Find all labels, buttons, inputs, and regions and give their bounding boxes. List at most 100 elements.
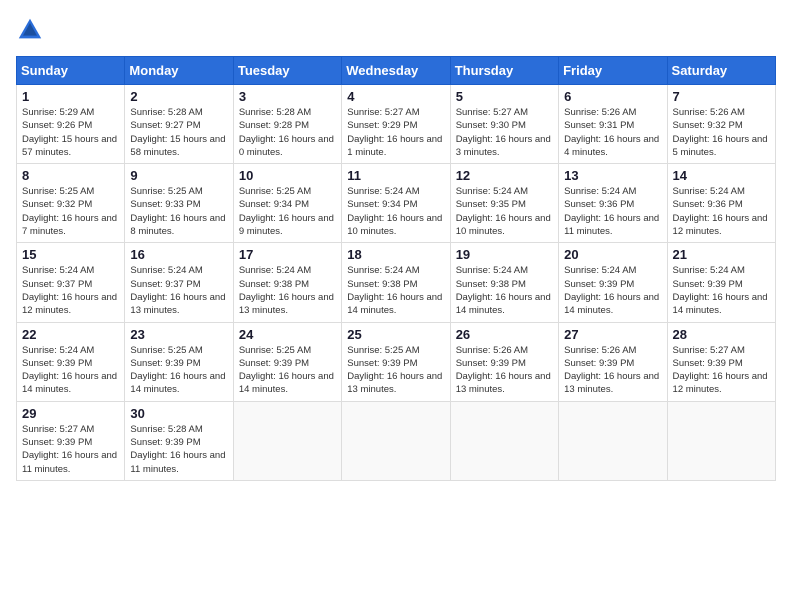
- cell-info: Sunrise: 5:24 AM Sunset: 9:38 PM Dayligh…: [239, 264, 336, 317]
- cell-info: Sunrise: 5:29 AM Sunset: 9:26 PM Dayligh…: [22, 106, 119, 159]
- day-number: 11: [347, 168, 444, 183]
- day-number: 18: [347, 247, 444, 262]
- day-of-week-header: Friday: [559, 57, 667, 85]
- calendar-cell: 30 Sunrise: 5:28 AM Sunset: 9:39 PM Dayl…: [125, 401, 233, 480]
- cell-info: Sunrise: 5:24 AM Sunset: 9:38 PM Dayligh…: [347, 264, 444, 317]
- cell-info: Sunrise: 5:24 AM Sunset: 9:37 PM Dayligh…: [130, 264, 227, 317]
- day-number: 30: [130, 406, 227, 421]
- day-number: 22: [22, 327, 119, 342]
- day-number: 28: [673, 327, 770, 342]
- cell-info: Sunrise: 5:24 AM Sunset: 9:36 PM Dayligh…: [564, 185, 661, 238]
- day-number: 21: [673, 247, 770, 262]
- cell-info: Sunrise: 5:28 AM Sunset: 9:27 PM Dayligh…: [130, 106, 227, 159]
- calendar-cell: 29 Sunrise: 5:27 AM Sunset: 9:39 PM Dayl…: [17, 401, 125, 480]
- calendar-cell: [559, 401, 667, 480]
- cell-info: Sunrise: 5:27 AM Sunset: 9:39 PM Dayligh…: [22, 423, 119, 476]
- calendar-cell: 22 Sunrise: 5:24 AM Sunset: 9:39 PM Dayl…: [17, 322, 125, 401]
- day-of-week-header: Monday: [125, 57, 233, 85]
- calendar-cell: 19 Sunrise: 5:24 AM Sunset: 9:38 PM Dayl…: [450, 243, 558, 322]
- cell-info: Sunrise: 5:26 AM Sunset: 9:31 PM Dayligh…: [564, 106, 661, 159]
- cell-info: Sunrise: 5:25 AM Sunset: 9:39 PM Dayligh…: [347, 344, 444, 397]
- calendar-cell: 11 Sunrise: 5:24 AM Sunset: 9:34 PM Dayl…: [342, 164, 450, 243]
- calendar-cell: 18 Sunrise: 5:24 AM Sunset: 9:38 PM Dayl…: [342, 243, 450, 322]
- day-number: 6: [564, 89, 661, 104]
- calendar-cell: 25 Sunrise: 5:25 AM Sunset: 9:39 PM Dayl…: [342, 322, 450, 401]
- calendar-week-row: 15 Sunrise: 5:24 AM Sunset: 9:37 PM Dayl…: [17, 243, 776, 322]
- day-number: 8: [22, 168, 119, 183]
- cell-info: Sunrise: 5:24 AM Sunset: 9:39 PM Dayligh…: [564, 264, 661, 317]
- calendar-header-row: SundayMondayTuesdayWednesdayThursdayFrid…: [17, 57, 776, 85]
- cell-info: Sunrise: 5:25 AM Sunset: 9:39 PM Dayligh…: [239, 344, 336, 397]
- day-of-week-header: Wednesday: [342, 57, 450, 85]
- calendar-cell: 27 Sunrise: 5:26 AM Sunset: 9:39 PM Dayl…: [559, 322, 667, 401]
- cell-info: Sunrise: 5:24 AM Sunset: 9:38 PM Dayligh…: [456, 264, 553, 317]
- day-number: 26: [456, 327, 553, 342]
- calendar-cell: [450, 401, 558, 480]
- day-number: 4: [347, 89, 444, 104]
- day-number: 29: [22, 406, 119, 421]
- day-of-week-header: Sunday: [17, 57, 125, 85]
- cell-info: Sunrise: 5:25 AM Sunset: 9:39 PM Dayligh…: [130, 344, 227, 397]
- calendar-cell: 26 Sunrise: 5:26 AM Sunset: 9:39 PM Dayl…: [450, 322, 558, 401]
- calendar-cell: 23 Sunrise: 5:25 AM Sunset: 9:39 PM Dayl…: [125, 322, 233, 401]
- logo: [16, 16, 48, 44]
- calendar-cell: 3 Sunrise: 5:28 AM Sunset: 9:28 PM Dayli…: [233, 85, 341, 164]
- day-number: 19: [456, 247, 553, 262]
- calendar-cell: 24 Sunrise: 5:25 AM Sunset: 9:39 PM Dayl…: [233, 322, 341, 401]
- calendar-week-row: 22 Sunrise: 5:24 AM Sunset: 9:39 PM Dayl…: [17, 322, 776, 401]
- calendar-cell: 16 Sunrise: 5:24 AM Sunset: 9:37 PM Dayl…: [125, 243, 233, 322]
- cell-info: Sunrise: 5:25 AM Sunset: 9:33 PM Dayligh…: [130, 185, 227, 238]
- day-number: 3: [239, 89, 336, 104]
- calendar-cell: 13 Sunrise: 5:24 AM Sunset: 9:36 PM Dayl…: [559, 164, 667, 243]
- day-number: 5: [456, 89, 553, 104]
- day-number: 14: [673, 168, 770, 183]
- calendar-cell: [342, 401, 450, 480]
- cell-info: Sunrise: 5:24 AM Sunset: 9:39 PM Dayligh…: [673, 264, 770, 317]
- calendar-cell: 5 Sunrise: 5:27 AM Sunset: 9:30 PM Dayli…: [450, 85, 558, 164]
- day-of-week-header: Thursday: [450, 57, 558, 85]
- calendar-week-row: 1 Sunrise: 5:29 AM Sunset: 9:26 PM Dayli…: [17, 85, 776, 164]
- cell-info: Sunrise: 5:24 AM Sunset: 9:34 PM Dayligh…: [347, 185, 444, 238]
- calendar-cell: [667, 401, 775, 480]
- calendar-table: SundayMondayTuesdayWednesdayThursdayFrid…: [16, 56, 776, 481]
- day-number: 13: [564, 168, 661, 183]
- cell-info: Sunrise: 5:25 AM Sunset: 9:34 PM Dayligh…: [239, 185, 336, 238]
- day-of-week-header: Saturday: [667, 57, 775, 85]
- calendar-cell: 17 Sunrise: 5:24 AM Sunset: 9:38 PM Dayl…: [233, 243, 341, 322]
- cell-info: Sunrise: 5:27 AM Sunset: 9:30 PM Dayligh…: [456, 106, 553, 159]
- calendar-cell: 9 Sunrise: 5:25 AM Sunset: 9:33 PM Dayli…: [125, 164, 233, 243]
- calendar-cell: 6 Sunrise: 5:26 AM Sunset: 9:31 PM Dayli…: [559, 85, 667, 164]
- cell-info: Sunrise: 5:24 AM Sunset: 9:35 PM Dayligh…: [456, 185, 553, 238]
- day-number: 24: [239, 327, 336, 342]
- cell-info: Sunrise: 5:24 AM Sunset: 9:36 PM Dayligh…: [673, 185, 770, 238]
- calendar-week-row: 8 Sunrise: 5:25 AM Sunset: 9:32 PM Dayli…: [17, 164, 776, 243]
- logo-icon: [16, 16, 44, 44]
- cell-info: Sunrise: 5:28 AM Sunset: 9:39 PM Dayligh…: [130, 423, 227, 476]
- day-number: 1: [22, 89, 119, 104]
- calendar-cell: 28 Sunrise: 5:27 AM Sunset: 9:39 PM Dayl…: [667, 322, 775, 401]
- cell-info: Sunrise: 5:24 AM Sunset: 9:39 PM Dayligh…: [22, 344, 119, 397]
- calendar-cell: 1 Sunrise: 5:29 AM Sunset: 9:26 PM Dayli…: [17, 85, 125, 164]
- calendar-cell: 14 Sunrise: 5:24 AM Sunset: 9:36 PM Dayl…: [667, 164, 775, 243]
- cell-info: Sunrise: 5:26 AM Sunset: 9:39 PM Dayligh…: [456, 344, 553, 397]
- cell-info: Sunrise: 5:26 AM Sunset: 9:32 PM Dayligh…: [673, 106, 770, 159]
- cell-info: Sunrise: 5:27 AM Sunset: 9:39 PM Dayligh…: [673, 344, 770, 397]
- calendar-cell: 12 Sunrise: 5:24 AM Sunset: 9:35 PM Dayl…: [450, 164, 558, 243]
- day-of-week-header: Tuesday: [233, 57, 341, 85]
- day-number: 12: [456, 168, 553, 183]
- calendar-cell: 8 Sunrise: 5:25 AM Sunset: 9:32 PM Dayli…: [17, 164, 125, 243]
- page-header: [16, 16, 776, 44]
- day-number: 10: [239, 168, 336, 183]
- cell-info: Sunrise: 5:28 AM Sunset: 9:28 PM Dayligh…: [239, 106, 336, 159]
- cell-info: Sunrise: 5:27 AM Sunset: 9:29 PM Dayligh…: [347, 106, 444, 159]
- calendar-cell: 10 Sunrise: 5:25 AM Sunset: 9:34 PM Dayl…: [233, 164, 341, 243]
- day-number: 7: [673, 89, 770, 104]
- day-number: 23: [130, 327, 227, 342]
- calendar-cell: 7 Sunrise: 5:26 AM Sunset: 9:32 PM Dayli…: [667, 85, 775, 164]
- day-number: 17: [239, 247, 336, 262]
- calendar-cell: 4 Sunrise: 5:27 AM Sunset: 9:29 PM Dayli…: [342, 85, 450, 164]
- day-number: 20: [564, 247, 661, 262]
- day-number: 25: [347, 327, 444, 342]
- cell-info: Sunrise: 5:24 AM Sunset: 9:37 PM Dayligh…: [22, 264, 119, 317]
- day-number: 16: [130, 247, 227, 262]
